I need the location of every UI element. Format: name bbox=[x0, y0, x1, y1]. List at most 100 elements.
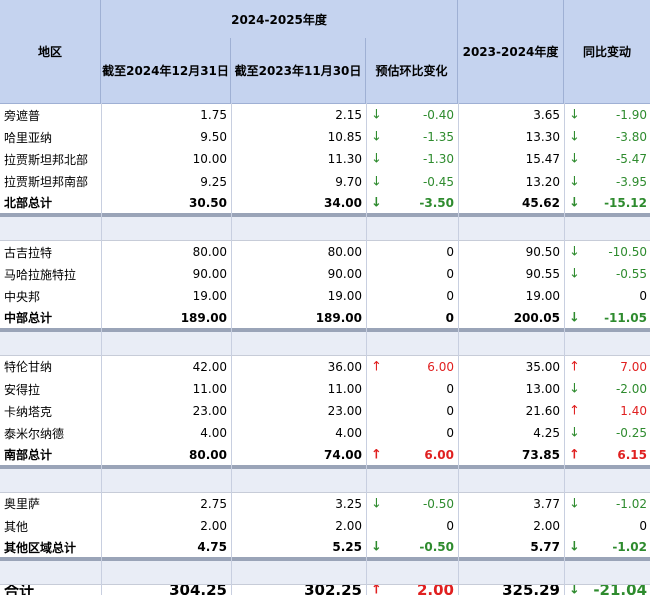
cell-e: ↓ -5.47 bbox=[564, 148, 650, 170]
value-e: -2.00 bbox=[615, 382, 647, 397]
value-e: -0.25 bbox=[615, 426, 647, 441]
value-c: 2.00 bbox=[416, 585, 454, 595]
cell-name: 南部总计 bbox=[4, 448, 53, 463]
cell-b: 3.25 bbox=[335, 496, 362, 511]
cell-e: ↑ 1.40 bbox=[564, 400, 650, 422]
cell-c: ↑ 6.00 bbox=[366, 356, 458, 378]
arrow-down-icon: ↓ bbox=[569, 425, 580, 441]
value-c: 0 bbox=[446, 289, 454, 304]
cell-a: 1.75 bbox=[200, 108, 227, 123]
value-e: -5.47 bbox=[615, 152, 647, 167]
value-e: -1.02 bbox=[612, 540, 647, 555]
cell-e: ↓ -1.02 bbox=[564, 493, 650, 515]
value-c: 0 bbox=[446, 519, 454, 534]
header-period-group: 2024-2025年度 bbox=[101, 0, 458, 38]
cell-b: 80.00 bbox=[327, 245, 362, 260]
value-c: 0 bbox=[446, 404, 454, 419]
table-row: 泰米尔纳德 4.00 4.00 0 4.25 ↓ -0.25 bbox=[0, 422, 650, 444]
cell-name: 其他 bbox=[4, 519, 29, 534]
value-c: -3.50 bbox=[419, 195, 454, 210]
cell-b: 2.00 bbox=[335, 519, 362, 534]
cell-c: ↑ 6.00 bbox=[366, 445, 458, 465]
cell-d: 90.50 bbox=[525, 245, 560, 260]
cell-a: 304.25 bbox=[169, 585, 227, 595]
cell-c: 0 bbox=[366, 308, 458, 328]
cell-name: 拉贾斯坦邦南部 bbox=[4, 175, 89, 190]
table-row: 中央邦 19.00 19.00 0 19.00 0 bbox=[0, 285, 650, 307]
cell-d: 3.65 bbox=[533, 108, 560, 123]
table-row: 卡纳塔克 23.00 23.00 0 21.60 ↑ 1.40 bbox=[0, 400, 650, 422]
subtotal-row: 南部总计 80.00 74.00 ↑ 6.00 73.85 ↑ 6.15 bbox=[0, 445, 650, 467]
value-e: -21.04 bbox=[593, 585, 647, 595]
cell-b: 189.00 bbox=[315, 310, 362, 325]
cell-a: 2.00 bbox=[200, 519, 227, 534]
value-c: -0.50 bbox=[419, 540, 454, 555]
cell-b: 9.70 bbox=[335, 174, 362, 189]
table-row: 哈里亚纳 9.50 10.85 ↓ -1.35 13.30 ↓ -3.80 bbox=[0, 126, 650, 148]
arrow-down-icon: ↓ bbox=[569, 151, 580, 167]
arrow-down-icon: ↓ bbox=[371, 174, 382, 190]
sugar-production-table: 地区 2024-2025年度 截至2024年12月31日 截至2023年11月3… bbox=[0, 0, 650, 595]
cell-b: 302.25 bbox=[304, 585, 362, 595]
table-row: 其他 2.00 2.00 0 2.00 0 bbox=[0, 515, 650, 537]
cell-e: ↓ -15.12 bbox=[564, 193, 650, 213]
cell-b: 2.15 bbox=[335, 108, 362, 123]
cell-d: 21.60 bbox=[525, 404, 560, 419]
cell-c: ↓ -0.50 bbox=[366, 537, 458, 557]
cell-e: 0 bbox=[564, 285, 650, 307]
cell-e: ↓ -10.50 bbox=[564, 241, 650, 263]
cell-c: ↑ 2.00 bbox=[366, 585, 458, 595]
column-divider bbox=[101, 103, 102, 595]
value-e: 0 bbox=[639, 519, 647, 534]
subtotal-row: 中部总计 189.00 189.00 0 200.05 ↓ -11.05 bbox=[0, 308, 650, 330]
cell-d: 19.00 bbox=[525, 289, 560, 304]
cell-a: 42.00 bbox=[192, 359, 227, 374]
arrow-down-icon: ↓ bbox=[371, 539, 382, 555]
cell-c: 0 bbox=[366, 422, 458, 444]
cell-e: ↓ -0.25 bbox=[564, 422, 650, 444]
cell-d: 13.20 bbox=[525, 174, 560, 189]
cell-d: 35.00 bbox=[525, 359, 560, 374]
subtotal-row: 北部总计 30.50 34.00 ↓ -3.50 45.62 ↓ -15.12 bbox=[0, 193, 650, 215]
cell-name: 中部总计 bbox=[4, 311, 53, 326]
cell-e: ↓ -2.00 bbox=[564, 378, 650, 400]
header-col-b: 截至2023年11月30日 bbox=[231, 38, 366, 103]
cell-b: 5.25 bbox=[332, 540, 362, 555]
column-divider bbox=[564, 103, 565, 595]
subtotal-row: 其他区域总计 4.75 5.25 ↓ -0.50 5.77 ↓ -1.02 bbox=[0, 537, 650, 560]
value-e: 0 bbox=[639, 289, 647, 304]
cell-c: 0 bbox=[366, 378, 458, 400]
cell-name: 特伦甘纳 bbox=[4, 360, 53, 375]
cell-d: 3.77 bbox=[533, 496, 560, 511]
header-col-e: 同比变动 bbox=[582, 45, 631, 59]
value-e: -10.50 bbox=[608, 245, 647, 260]
table-row: 马哈拉施特拉 90.00 90.00 0 90.55 ↓ -0.55 bbox=[0, 263, 650, 285]
value-e: -3.95 bbox=[615, 174, 647, 189]
column-divider bbox=[366, 103, 367, 595]
cell-a: 90.00 bbox=[192, 267, 227, 282]
arrow-down-icon: ↓ bbox=[569, 107, 580, 123]
value-e: -0.55 bbox=[615, 267, 647, 282]
cell-d: 15.47 bbox=[525, 152, 560, 167]
value-e: -15.12 bbox=[604, 195, 647, 210]
cell-a: 4.00 bbox=[200, 426, 227, 441]
group-separator bbox=[0, 466, 650, 493]
value-c: 0 bbox=[446, 245, 454, 260]
cell-e: ↓ -3.80 bbox=[564, 126, 650, 148]
arrow-down-icon: ↓ bbox=[569, 174, 580, 190]
cell-a: 9.50 bbox=[200, 130, 227, 145]
table-row: 古吉拉特 80.00 80.00 0 90.50 ↓ -10.50 bbox=[0, 241, 650, 263]
cell-e: 0 bbox=[564, 515, 650, 537]
cell-name: 旁遮普 bbox=[4, 108, 41, 123]
cell-a: 30.50 bbox=[189, 195, 227, 210]
cell-e: ↓ -11.05 bbox=[564, 308, 650, 328]
group-separator bbox=[0, 329, 650, 356]
header-col-a: 截至2024年12月31日 bbox=[101, 38, 231, 103]
cell-name: 拉贾斯坦邦北部 bbox=[4, 152, 89, 167]
cell-a: 11.00 bbox=[192, 382, 227, 397]
cell-name: 北部总计 bbox=[4, 196, 53, 211]
value-e: -3.80 bbox=[615, 130, 647, 145]
cell-c: 0 bbox=[366, 515, 458, 537]
arrow-down-icon: ↓ bbox=[569, 244, 580, 260]
cell-e: ↑ 6.15 bbox=[564, 445, 650, 465]
